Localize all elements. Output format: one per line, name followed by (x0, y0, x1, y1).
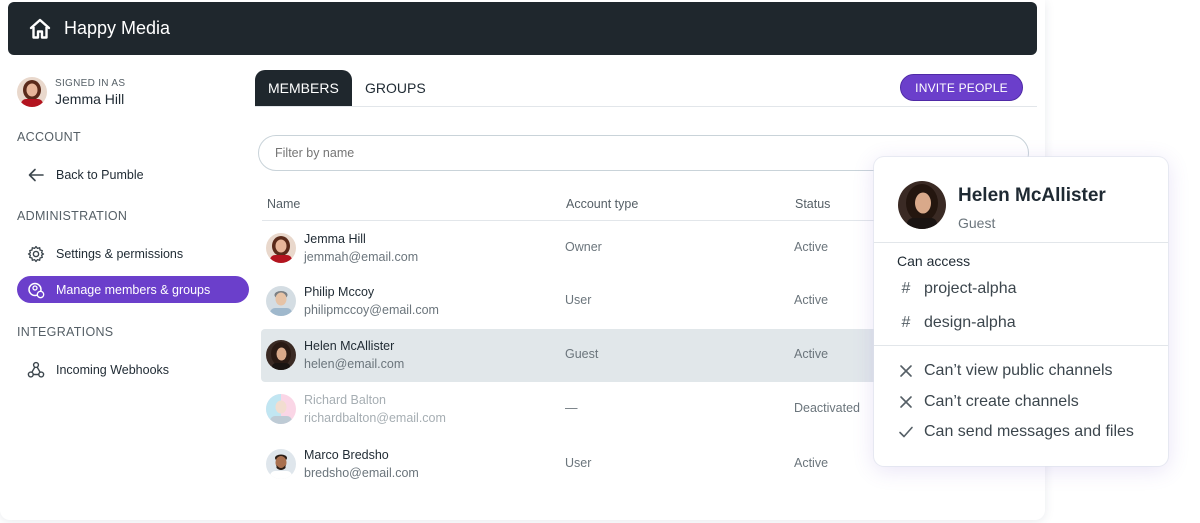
sidebar-item-settings[interactable]: Settings & permissions (17, 240, 249, 267)
member-account-type: Owner (565, 240, 602, 254)
avatar (266, 394, 296, 424)
member-email: bredsho@email.com (304, 466, 419, 480)
signed-in-user-name: Jemma Hill (55, 90, 125, 107)
channel-item[interactable]: # project-alpha (898, 280, 1017, 298)
signed-in-caption: SIGNED IN AS (55, 77, 126, 89)
section-integrations: INTEGRATIONS (17, 325, 114, 339)
sidebar-item-label: Back to Pumble (56, 167, 144, 182)
section-account: ACCOUNT (17, 130, 81, 144)
sidebar-item-label: Manage members & groups (56, 282, 211, 297)
member-status: Deactivated (794, 401, 861, 415)
member-account-type: Guest (565, 347, 599, 361)
permission-item: Can’t view public channels (898, 362, 1113, 380)
divider (874, 242, 1168, 243)
member-account-type: User (565, 293, 592, 307)
sidebar-item-webhooks[interactable]: Incoming Webhooks (17, 356, 249, 383)
member-account-type: — (565, 401, 578, 415)
member-status: Active (794, 240, 829, 254)
member-name: Jemma Hill (304, 232, 366, 246)
member-status: Active (794, 293, 829, 307)
members-icon (28, 282, 45, 298)
member-status: Active (794, 456, 829, 470)
column-header-status[interactable]: Status (795, 197, 830, 211)
webhook-icon (27, 361, 45, 378)
tab-bar: MEMBERS GROUPS INVITE PEOPLE (255, 70, 1037, 107)
can-access-title: Can access (897, 253, 971, 269)
divider (874, 345, 1168, 346)
top-bar: Happy Media (8, 2, 1037, 55)
check-icon (899, 426, 913, 438)
sidebar-item-manage-members[interactable]: Manage members & groups (17, 276, 249, 303)
signed-in-user: SIGNED IN AS Jemma Hill (17, 77, 125, 107)
column-header-account-type[interactable]: Account type (566, 197, 638, 211)
member-name: Richard Balton (304, 393, 386, 407)
channel-item[interactable]: # design-alpha (898, 314, 1016, 332)
invite-people-button[interactable]: INVITE PEOPLE (900, 74, 1023, 101)
member-email: jemmah@email.com (304, 250, 419, 264)
member-email: philipmccoy@email.com (304, 303, 439, 317)
member-email: richardbalton@email.com (304, 411, 446, 425)
tab-groups[interactable]: GROUPS (352, 70, 439, 106)
member-profile-popover: Helen McAllister Guest Can access # proj… (874, 157, 1168, 466)
permission-item: Can send messages and files (898, 423, 1134, 441)
sidebar-item-label: Incoming Webhooks (56, 362, 170, 377)
popover-member-role: Guest (958, 215, 996, 231)
x-icon (900, 396, 912, 408)
avatar (266, 449, 296, 479)
avatar (266, 340, 296, 370)
arrow-left-icon (28, 168, 44, 181)
hash-icon: # (901, 314, 911, 331)
permission-item: Can’t create channels (898, 393, 1079, 411)
member-name: Marco Bredsho (304, 448, 389, 462)
member-name: Helen McAllister (304, 339, 395, 353)
member-email: helen@email.com (304, 357, 405, 371)
gear-icon (27, 245, 45, 262)
avatar[interactable] (17, 77, 47, 107)
sidebar: SIGNED IN AS Jemma Hill ACCOUNT Back to … (0, 55, 255, 520)
permission-text: Can send messages and files (924, 423, 1134, 440)
channel-name: project-alpha (924, 280, 1017, 297)
channel-name: design-alpha (924, 314, 1016, 331)
avatar (898, 181, 946, 229)
avatar (266, 233, 296, 263)
home-icon[interactable] (28, 17, 52, 41)
member-name: Philip Mccoy (304, 285, 375, 299)
column-header-name[interactable]: Name (267, 197, 300, 211)
x-icon (900, 365, 912, 377)
hash-icon: # (901, 280, 911, 297)
avatar (266, 286, 296, 316)
member-status: Active (794, 347, 829, 361)
workspace-title: Happy Media (64, 18, 171, 38)
section-administration: ADMINISTRATION (17, 209, 128, 223)
popover-member-name: Helen McAllister (958, 185, 1106, 206)
permission-text: Can’t view public channels (924, 362, 1113, 379)
permission-text: Can’t create channels (924, 393, 1079, 410)
sidebar-item-back[interactable]: Back to Pumble (17, 161, 249, 188)
tab-members[interactable]: MEMBERS (255, 70, 352, 106)
sidebar-item-label: Settings & permissions (56, 246, 184, 261)
member-account-type: User (565, 456, 592, 470)
